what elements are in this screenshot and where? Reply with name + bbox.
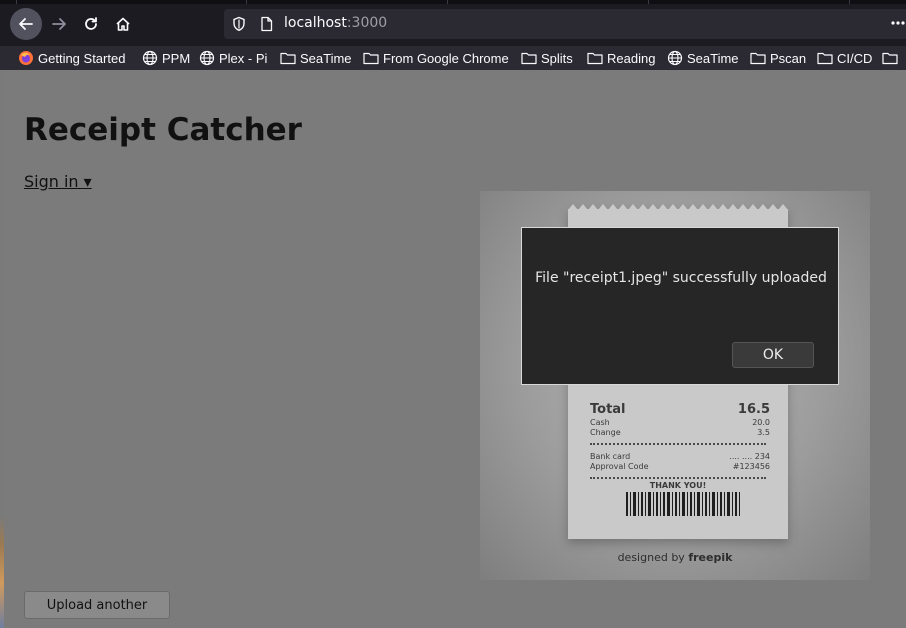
browser-toolbar: localhost:3000 [0,0,906,46]
receipt-torn-edge [568,204,788,210]
reload-button[interactable] [75,8,107,40]
credit-prefix: designed by [617,551,685,564]
more-options-icon[interactable] [890,15,906,31]
arrow-left-icon [19,18,33,30]
bookmark-label: Getting Started [38,50,126,66]
reload-icon [85,17,97,30]
bookmark-plex-pi[interactable]: Plex - Pi [199,49,267,67]
receipt-cash-value: 20.0 [752,418,770,427]
folder-icon [882,52,898,65]
folder-icon [363,52,379,65]
folder-icon [280,52,296,65]
bookmark-folder-overflow[interactable] [882,49,902,67]
tab-separator [849,0,850,4]
tab-separator [648,0,649,4]
credit-brand: freepik [688,551,733,564]
bookmark-label: From Google Chrome [383,50,509,66]
page-title: Receipt Catcher [24,112,302,148]
receipt-change-label: Change [590,428,621,437]
tab-separator [246,0,247,4]
bookmark-folder-from-google-chrome[interactable]: From Google Chrome [363,49,509,67]
back-button[interactable] [10,8,42,40]
receipt-divider [590,477,766,479]
upload-another-button[interactable]: Upload another [24,591,170,619]
receipt-divider [590,443,766,445]
bookmark-label: SeaTime [687,50,739,66]
tab-separator [447,0,448,4]
bookmarks-bar: Getting Started PPM Plex - Pi SeaTime Fr… [0,46,906,70]
bookmark-seatime[interactable]: SeaTime [667,49,739,67]
forward-button[interactable] [43,8,75,40]
bookmark-getting-started[interactable]: Getting Started [18,49,125,67]
bookmark-folder-seatime[interactable]: SeaTime [280,49,352,67]
globe-icon [199,50,215,66]
receipt-approval-label: Approval Code [590,462,649,471]
bookmark-ppm[interactable]: PPM [142,49,190,67]
receipt-bank-card-value: .... .... 234 [729,452,770,461]
arrow-right-icon [52,18,66,30]
tab-strip [0,0,906,4]
folder-icon [750,52,766,65]
globe-icon [667,50,683,66]
bookmark-label: Pscan [770,50,807,66]
bookmark-label: Reading [607,50,656,66]
tab-separator [16,0,17,4]
bookmark-folder-ci-cd[interactable]: CI/CD [817,49,872,67]
globe-icon [142,50,158,66]
folder-icon [817,52,833,65]
upload-alert-dialog: File "receipt1.jpeg" successfully upload… [521,227,839,385]
receipt-total-value: 16.5 [737,402,770,417]
firefox-icon [19,51,33,65]
folder-icon [521,52,537,65]
url-bar[interactable]: localhost:3000 [224,9,906,39]
receipt-approval-value: #123456 [732,462,770,471]
bookmark-folder-splits[interactable]: Splits [521,49,573,67]
url-host: localhost [284,15,347,31]
receipt-thank-you: THANK YOU! [649,481,707,490]
shield-icon[interactable] [232,16,246,32]
bookmark-folder-reading[interactable]: Reading [587,49,655,67]
bookmark-label: Splits [541,50,573,66]
page-icon[interactable] [260,16,273,32]
home-button[interactable] [107,8,139,40]
folder-icon [587,52,603,65]
bookmark-folder-pscan[interactable]: Pscan [750,49,806,67]
receipt-change-value: 3.5 [757,428,770,437]
dialog-message: File "receipt1.jpeg" successfully upload… [535,270,827,286]
image-credit: designed by freepik [480,551,870,564]
url-port: :3000 [346,15,388,31]
sign-in-link[interactable]: Sign in ▾ [24,172,92,191]
receipt-total-label: Total [590,402,626,417]
bookmark-label: CI/CD [837,50,873,66]
bookmark-label: Plex - Pi [219,50,268,66]
home-icon [116,17,130,31]
barcode-icon [626,492,740,516]
receipt-bank-card-label: Bank card [590,452,631,461]
bookmark-label: SeaTime [300,50,352,66]
bookmark-label: PPM [162,50,191,66]
receipt-cash-label: Cash [590,418,610,427]
ok-button[interactable]: OK [732,342,814,368]
url-text[interactable]: localhost:3000 [284,15,387,31]
